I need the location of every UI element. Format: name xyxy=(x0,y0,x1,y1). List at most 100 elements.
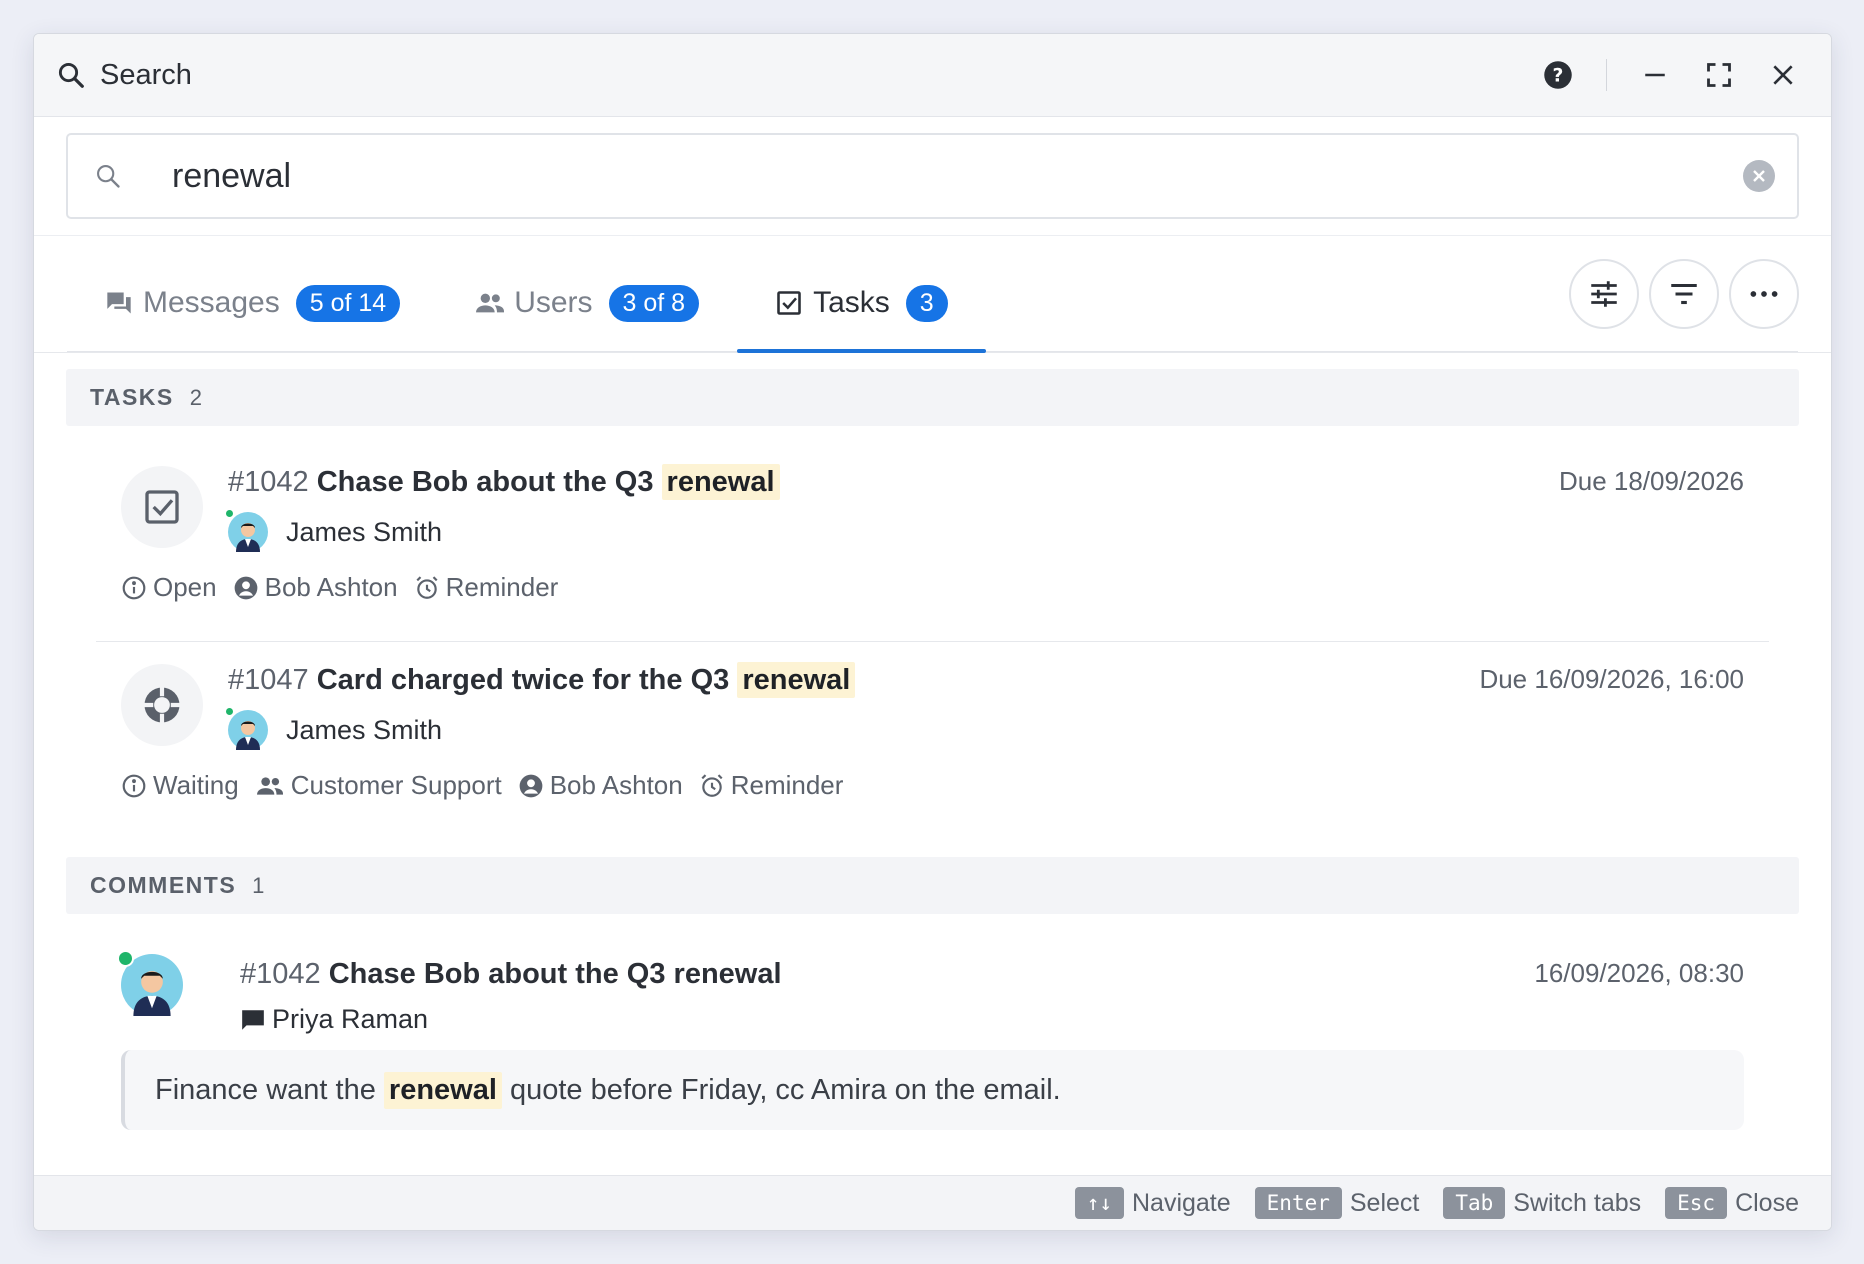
users-icon xyxy=(476,293,505,313)
avatar xyxy=(224,508,268,552)
tab-users[interactable]: Users 3 of 8 xyxy=(438,253,737,353)
minimize-button[interactable] xyxy=(1629,49,1681,101)
task-title-text: Card charged twice for the Q3 xyxy=(316,664,730,696)
user-circle-icon xyxy=(519,774,543,797)
filter-icon xyxy=(1671,283,1697,305)
key-badge: Enter xyxy=(1254,1187,1342,1219)
maximize-button[interactable] xyxy=(1693,49,1745,101)
tab-messages[interactable]: Messages 5 of 14 xyxy=(67,253,438,353)
comment-icon xyxy=(242,1009,264,1030)
avatar xyxy=(224,706,268,750)
tab-badge: 5 of 14 xyxy=(295,284,401,322)
tab-label: Users xyxy=(514,286,593,319)
avatar xyxy=(117,950,183,1016)
more-icon xyxy=(1750,291,1778,297)
search-area xyxy=(34,117,1831,236)
quote-text-before: Finance want the xyxy=(155,1073,376,1106)
author-name: Priya Raman xyxy=(272,1004,429,1034)
status-meta: Waiting xyxy=(121,770,239,801)
info-icon xyxy=(122,576,146,599)
tab-label: Tasks xyxy=(813,286,890,319)
alarm-icon xyxy=(416,575,438,599)
reminder-label: Reminder xyxy=(730,770,844,800)
clear-search-button[interactable] xyxy=(1743,160,1775,192)
reminder-label: Reminder xyxy=(445,572,559,602)
results-content: TASKS 2 #1042 Chase Bob about the Q3 ren… xyxy=(34,353,1831,1138)
online-status-dot xyxy=(224,706,235,717)
status-label: Open xyxy=(153,572,217,602)
task-meta: Waiting Customer Support Bob Ashton Remi… xyxy=(121,770,859,801)
comment-task-number: #1042 xyxy=(240,958,321,990)
task-type-badge xyxy=(121,466,203,548)
users-icon xyxy=(256,776,283,795)
close-button[interactable] xyxy=(1757,49,1809,101)
key-badge: ↑↓ xyxy=(1074,1187,1124,1219)
comment-result-item[interactable]: #1042 Chase Bob about the Q3 renewal 16/… xyxy=(66,914,1799,1138)
person-meta: Bob Ashton xyxy=(518,770,683,801)
hint-navigate: ↑↓ Navigate xyxy=(1074,1187,1231,1219)
search-highlight: renewal xyxy=(737,662,856,698)
support-icon xyxy=(144,687,180,723)
tab-tasks[interactable]: Tasks 3 xyxy=(737,253,986,353)
minimize-icon xyxy=(1645,73,1665,77)
task-number: #1047 xyxy=(228,664,309,696)
filter-button[interactable] xyxy=(1649,259,1719,329)
task-result-item[interactable]: #1042 Chase Bob about the Q3 renewal Due… xyxy=(96,426,1769,642)
svg-text:?: ? xyxy=(1553,65,1564,86)
search-box xyxy=(66,133,1799,219)
tabs-row: Messages 5 of 14 Users 3 of 8 Tasks 3 xyxy=(34,236,1831,353)
hint-close: Esc Close xyxy=(1665,1187,1799,1219)
task-type-badge xyxy=(121,664,203,746)
team-label: Customer Support xyxy=(290,770,502,800)
close-icon xyxy=(1773,65,1793,85)
section-count: 2 xyxy=(189,384,202,410)
task-title: #1042 Chase Bob about the Q3 renewal xyxy=(228,464,780,500)
quote-text-after: quote before Friday, cc Amira on the ema… xyxy=(509,1073,1061,1106)
result-tabs: Messages 5 of 14 Users 3 of 8 Tasks 3 xyxy=(67,236,986,353)
adjust-settings-button[interactable] xyxy=(1569,259,1639,329)
comment-author: Priya Raman xyxy=(240,1004,428,1035)
search-input[interactable] xyxy=(172,156,1743,196)
task-assignee: James Smith xyxy=(224,706,443,750)
help-button[interactable]: ? xyxy=(1532,49,1584,101)
person-meta: Bob Ashton xyxy=(233,572,398,603)
hint-label: Navigate xyxy=(1131,1188,1231,1217)
task-assignee: James Smith xyxy=(224,508,443,552)
task-due-date: Due 16/09/2026, 16:00 xyxy=(1479,664,1744,694)
online-status-dot xyxy=(117,950,134,967)
status-meta: Open xyxy=(121,572,217,603)
section-count: 1 xyxy=(252,872,265,898)
search-icon xyxy=(58,62,84,88)
titlebar-divider xyxy=(1606,59,1607,91)
task-due-date: Due 18/09/2026 xyxy=(1558,466,1744,496)
sliders-icon xyxy=(1591,281,1617,307)
hint-label: Close xyxy=(1735,1188,1799,1217)
section-header-tasks: TASKS 2 xyxy=(66,369,1799,426)
task-result-item[interactable]: #1047 Card charged twice for the Q3 rene… xyxy=(96,642,1769,857)
task-check-icon xyxy=(777,291,801,315)
assignee-name: James Smith xyxy=(286,714,443,745)
alarm-icon xyxy=(701,773,723,797)
task-title: #1047 Card charged twice for the Q3 rene… xyxy=(228,662,856,698)
section-title: COMMENTS xyxy=(90,872,237,898)
section-title: TASKS xyxy=(90,384,174,410)
clear-icon xyxy=(1753,170,1765,182)
task-meta: Open Bob Ashton Reminder xyxy=(121,572,574,603)
hint-switch-tabs: Tab Switch tabs xyxy=(1443,1187,1641,1219)
comment-quote: Finance want the renewal quote before Fr… xyxy=(121,1050,1744,1130)
reminder-meta: Reminder xyxy=(699,770,844,801)
hint-label: Switch tabs xyxy=(1513,1188,1642,1217)
search-highlight: renewal xyxy=(661,464,780,500)
section-header-comments: COMMENTS 1 xyxy=(66,857,1799,914)
comment-timestamp: 16/09/2026, 08:30 xyxy=(1534,958,1744,988)
online-status-dot xyxy=(224,508,235,519)
search-icon xyxy=(97,165,120,188)
maximize-icon xyxy=(1707,63,1731,87)
search-window: Search ? Messages 5 xyxy=(33,33,1832,1231)
assignee-name: James Smith xyxy=(286,516,443,547)
more-options-button[interactable] xyxy=(1729,259,1799,329)
messages-icon xyxy=(107,292,131,314)
team-meta: Customer Support xyxy=(255,770,502,801)
info-icon xyxy=(122,774,146,797)
tab-badge: 3 of 8 xyxy=(608,284,700,322)
